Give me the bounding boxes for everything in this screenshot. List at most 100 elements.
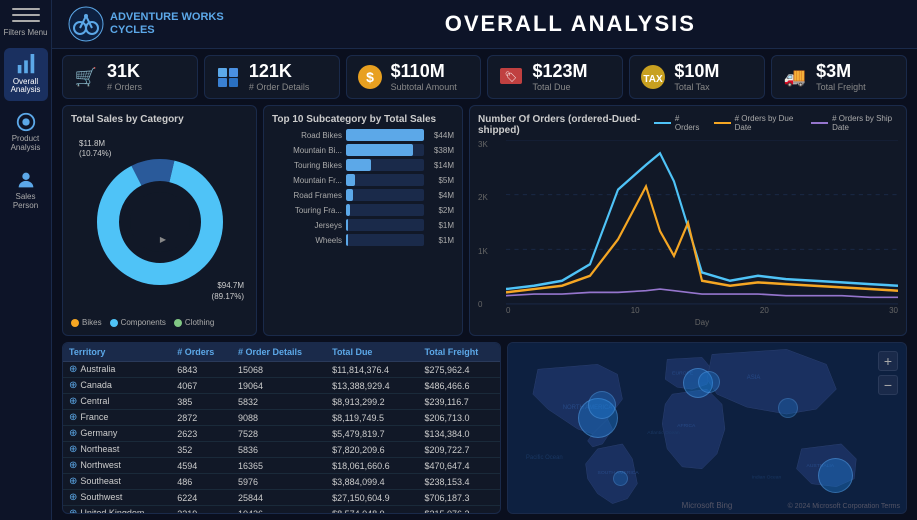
table-row: ⊕Central 385 5832 $8,913,299.2 $239,116.… [63, 394, 500, 410]
y-label-2k: 2K [478, 193, 506, 202]
hamburger-menu[interactable] [12, 8, 40, 22]
cell-details: 7528 [232, 426, 326, 442]
legend-due-date: # Orders by Due Date [714, 114, 799, 132]
expand-btn[interactable]: ⊕ [69, 444, 77, 455]
expand-btn[interactable]: ⊕ [69, 508, 77, 514]
territory-table: Territory # Orders # Order Details Total… [62, 342, 501, 514]
charts-row: Total Sales by Category $11.8M(10.74%) ▶… [52, 105, 917, 342]
donut-chart: Total Sales by Category $11.8M(10.74%) ▶… [62, 105, 257, 336]
bar-item: Jerseys $1M [272, 219, 454, 231]
map-zoom-out[interactable]: − [878, 375, 898, 395]
clothing-label: Clothing [185, 318, 214, 327]
header: ADVENTURE WORKS CYCLES OVERALL ANALYSIS [52, 0, 917, 49]
cell-due: $7,820,209.6 [326, 442, 418, 458]
orders-value: 31K [107, 62, 142, 80]
expand-btn[interactable]: ⊕ [69, 476, 77, 487]
bar-item: Mountain Bi... $38M [272, 144, 454, 156]
total-due-label: Total Due [532, 82, 587, 92]
freight-icon: 🚚 [780, 62, 810, 92]
bar-list: Road Bikes $44M Mountain Bi... $38M Tour… [272, 129, 454, 327]
expand-btn[interactable]: ⊕ [69, 412, 77, 423]
bar-fill [346, 204, 350, 216]
logo-area: ADVENTURE WORKS CYCLES [68, 6, 224, 42]
bar-fill [346, 189, 353, 201]
table-row: ⊕France 2872 9088 $8,119,749.5 $206,713.… [63, 410, 500, 426]
sidebar-item-product-analysis[interactable]: ProductAnalysis [4, 105, 48, 159]
y-axis-labels: 3K 2K 1K 0 [478, 140, 506, 327]
expand-btn[interactable]: ⊕ [69, 460, 77, 471]
table-row: ⊕Canada 4067 19064 $13,388,929.4 $486,46… [63, 378, 500, 394]
cell-details: 9088 [232, 410, 326, 426]
cell-orders: 385 [171, 394, 232, 410]
cell-territory: ⊕Canada [63, 378, 171, 394]
bar-item: Touring Fra... $2M [272, 204, 454, 216]
sidebar-item-label-sales: SalesPerson [13, 193, 38, 211]
bubble-aus [818, 458, 853, 493]
svg-text:🏷: 🏷 [505, 71, 518, 83]
col-total-due: Total Due [326, 343, 418, 362]
cell-details: 19064 [232, 378, 326, 394]
col-orders: # Orders [171, 343, 232, 362]
bar-chart: Top 10 Subcategory by Total Sales Road B… [263, 105, 463, 336]
ship-line-label: # Orders by Ship Date [832, 114, 898, 132]
cell-orders: 4067 [171, 378, 232, 394]
y-label-0: 0 [478, 300, 506, 309]
sidebar: Filters Menu OverallAnalysis ProductAnal… [0, 0, 52, 520]
bar-track [346, 219, 424, 231]
cell-details: 25844 [232, 490, 326, 506]
svg-text:ASIA: ASIA [747, 375, 761, 381]
cell-orders: 486 [171, 474, 232, 490]
bar-label: Touring Fra... [272, 206, 342, 215]
line-chart-svg-area: 0 10 20 30 Day [506, 140, 898, 327]
cell-due: $3,884,099.4 [326, 474, 418, 490]
bar-label: Road Frames [272, 191, 342, 200]
cell-territory: ⊕France [63, 410, 171, 426]
cell-due: $18,061,660.6 [326, 458, 418, 474]
col-order-details: # Order Details [232, 343, 326, 362]
expand-btn[interactable]: ⊕ [69, 428, 77, 439]
total-tax-label: Total Tax [674, 82, 719, 92]
sidebar-item-label-overall: OverallAnalysis [11, 78, 41, 96]
cell-due: $27,150,604.9 [326, 490, 418, 506]
bar-item: Road Bikes $44M [272, 129, 454, 141]
cell-orders: 2872 [171, 410, 232, 426]
subtotal-label: Subtotal Amount [391, 82, 457, 92]
expand-btn[interactable]: ⊕ [69, 492, 77, 503]
sidebar-item-overall-analysis[interactable]: OverallAnalysis [4, 48, 48, 102]
table-body: ⊕Australia 6843 15068 $11,814,376.4 $275… [63, 362, 500, 515]
expand-btn[interactable]: ⊕ [69, 396, 77, 407]
subtotal-icon: $ [355, 62, 385, 92]
bubble-asia [778, 398, 798, 418]
x-axis-labels: 0 10 20 30 [506, 306, 898, 318]
cell-orders: 352 [171, 442, 232, 458]
total-freight-value: $3M [816, 62, 866, 80]
cell-details: 5976 [232, 474, 326, 490]
kpi-total-freight: 🚚 $3M Total Freight [771, 55, 907, 99]
bing-logo: Microsoft Bing [682, 501, 733, 510]
bar-track [346, 129, 424, 141]
due-line-label: # Orders by Due Date [735, 114, 800, 132]
cell-due: $8,913,299.2 [326, 394, 418, 410]
legend-orders: # Orders [654, 114, 702, 132]
cell-territory: ⊕Australia [63, 362, 171, 378]
table-row: ⊕Southwest 6224 25844 $27,150,604.9 $706… [63, 490, 500, 506]
bar-track [346, 159, 424, 171]
expand-btn[interactable]: ⊕ [69, 364, 77, 375]
map-zoom-in[interactable]: + [878, 351, 898, 371]
bikes-label: Bikes [82, 318, 102, 327]
order-details-value: 121K [249, 62, 310, 80]
sidebar-item-sales-person[interactable]: SalesPerson [4, 163, 48, 217]
cell-due: $5,479,819.7 [326, 426, 418, 442]
cell-due: $8,574,048.9 [326, 506, 418, 515]
subtotal-value: $110M [391, 62, 457, 80]
svg-text:$: $ [366, 69, 374, 85]
orders-line-label: # Orders [675, 114, 702, 132]
bikes-dot [71, 319, 79, 327]
expand-btn[interactable]: ⊕ [69, 380, 77, 391]
cell-due: $11,814,376.4 [326, 362, 418, 378]
kpi-subtotal: $ $110M Subtotal Amount [346, 55, 482, 99]
bar-fill [346, 144, 413, 156]
kpi-orders: 🛒 31K # Orders [62, 55, 198, 99]
bar-label: Mountain Fr... [272, 176, 342, 185]
svg-text:Atlantic Ocean: Atlantic Ocean [647, 430, 680, 436]
